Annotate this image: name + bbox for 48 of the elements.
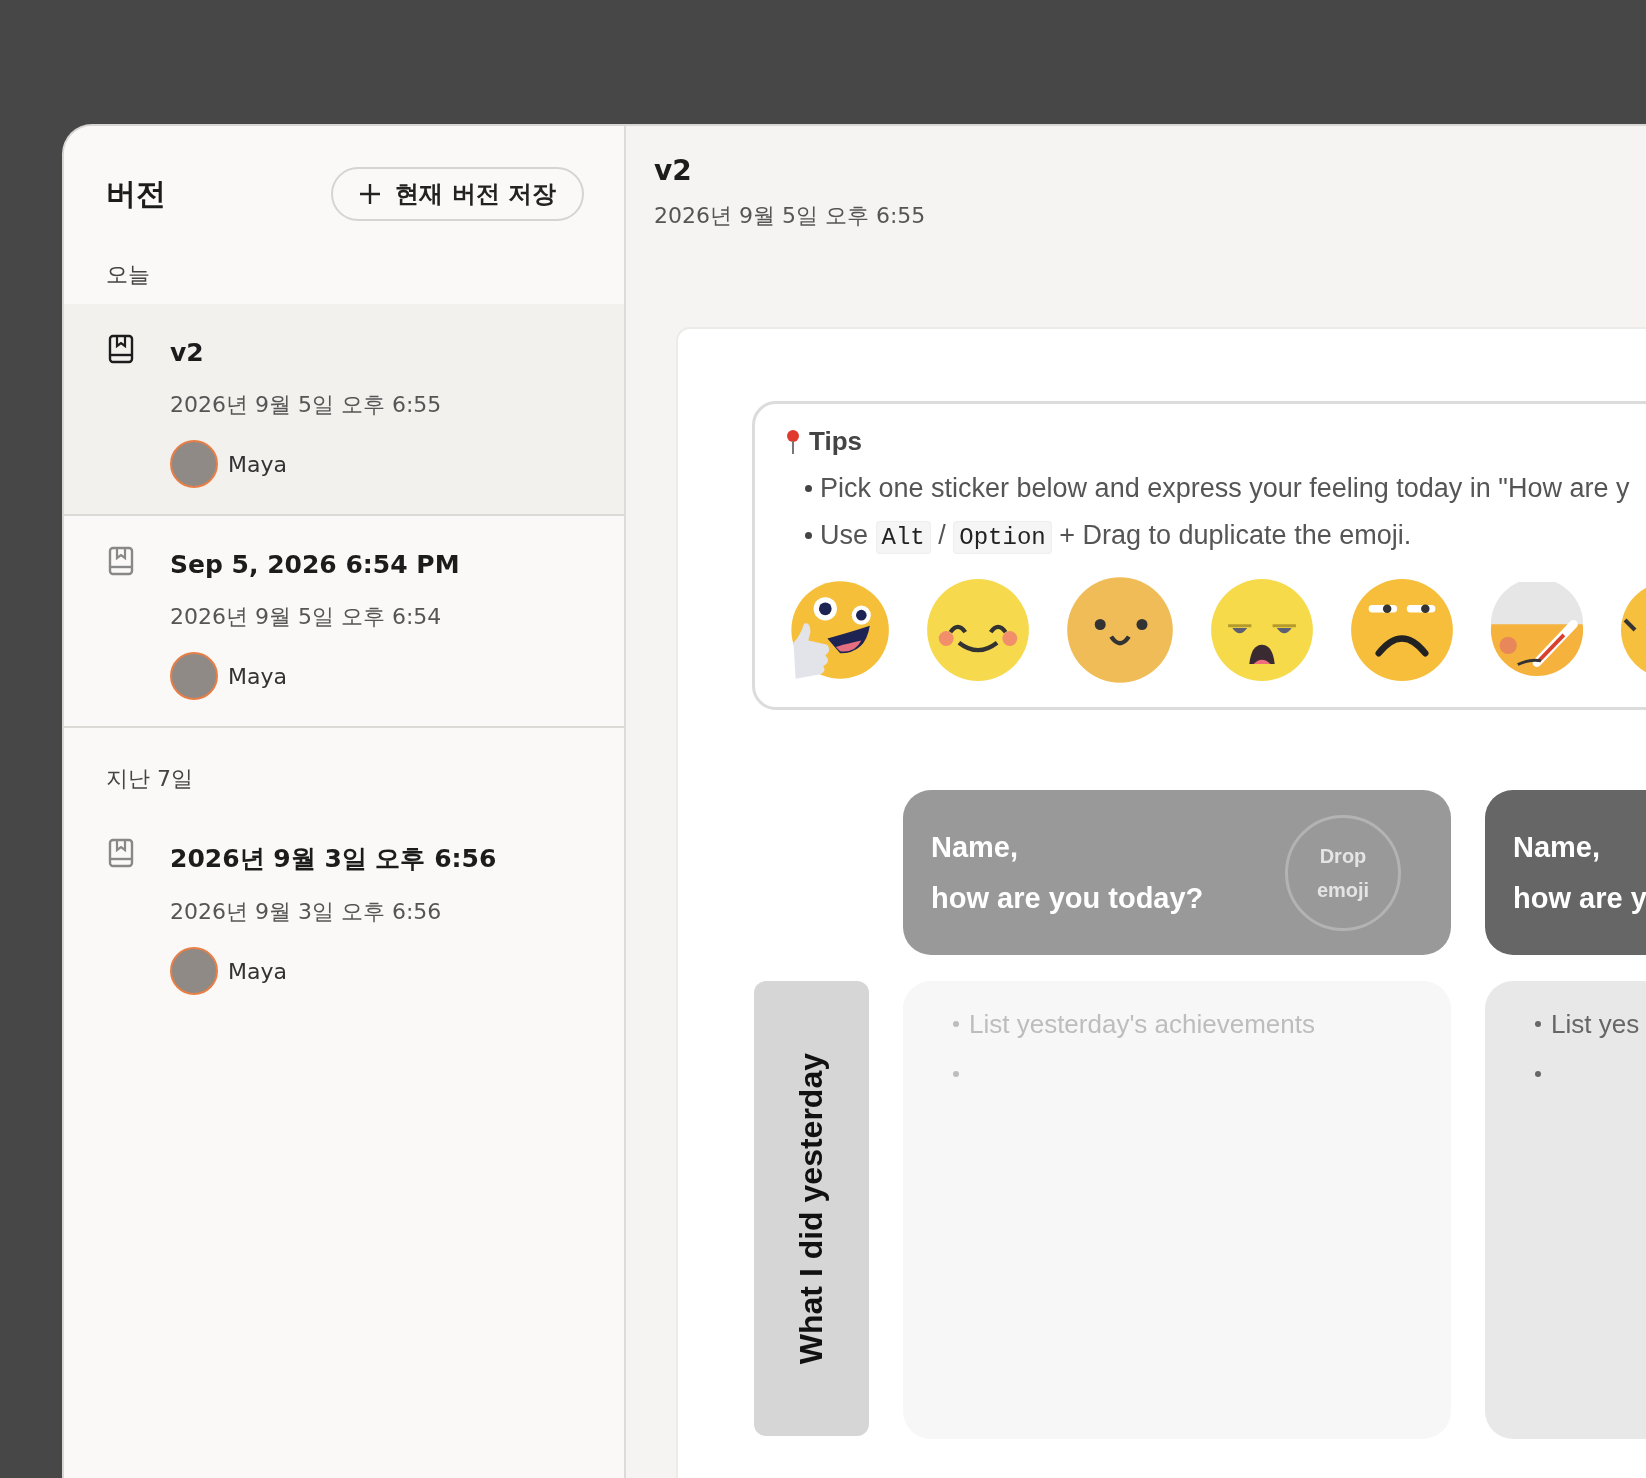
pushpin-icon — [785, 428, 801, 455]
bookmark-book-icon — [108, 334, 134, 364]
list-placeholder: List yes — [1551, 1008, 1640, 1040]
blushing-face-icon[interactable] — [925, 577, 1031, 683]
plus-icon — [359, 183, 382, 205]
avatar — [170, 440, 218, 488]
bullet-icon — [1535, 1071, 1541, 1077]
bullet-icon — [953, 1021, 959, 1027]
version-title: 2026년 9월 3일 오후 6:56 — [170, 843, 498, 875]
group-label: 지난 7일 — [105, 765, 194, 793]
list-placeholder: List yesterday's achievements — [969, 1008, 1315, 1040]
sidebar-title: 버전 — [106, 174, 166, 213]
version-timestamp: 2026년 9월 5일 오후 6:55 — [170, 391, 443, 419]
save-version-button[interactable]: 현재 버전 저장 — [331, 167, 584, 221]
preview-title: v2 — [654, 154, 693, 187]
smiling-face-icon[interactable] — [1065, 575, 1175, 685]
list-input-field[interactable]: List yes — [1485, 981, 1646, 1439]
card-name: Name, — [931, 830, 1020, 864]
version-title: v2 — [170, 337, 205, 368]
card-question: how are y — [1513, 881, 1646, 915]
card-question: how are you today? — [931, 881, 1204, 915]
author-name: Maya — [228, 958, 287, 984]
version-item[interactable]: 2026년 9월 3일 오후 6:56 2026년 9월 3일 오후 6:56 Maya — [64, 808, 624, 1021]
thermometer-face-icon[interactable] — [1489, 582, 1585, 678]
tip-text: Use Alt / Option + Drag to duplicate the emoji. — [820, 520, 1412, 551]
card-name: Name, — [1513, 830, 1602, 864]
frowning-face-icon[interactable] — [1349, 577, 1455, 683]
preview-timestamp: 2026년 9월 5일 오후 6:55 — [654, 202, 927, 230]
bullet-icon — [953, 1071, 959, 1077]
version-item[interactable]: Sep 5, 2026 6:54 PM 2026년 9월 5일 오후 6:54 Maya — [64, 516, 624, 728]
avatar — [170, 652, 218, 700]
bullet-icon — [1535, 1021, 1541, 1027]
bullet-icon — [805, 532, 812, 539]
author-name: Maya — [228, 663, 287, 689]
bookmark-book-icon — [108, 546, 134, 576]
row-label: What I did yesterday — [754, 981, 869, 1436]
author-name: Maya — [228, 451, 287, 477]
tips-title: Tips — [809, 426, 862, 457]
version-title: Sep 5, 2026 6:54 PM — [170, 549, 461, 580]
version-item[interactable]: v2 2026년 9월 5일 오후 6:55 Maya — [64, 304, 624, 516]
version-timestamp: 2026년 9월 5일 오후 6:54 — [170, 603, 443, 631]
tip-text: Pick one sticker below and express your feeling today in "How are y — [820, 473, 1630, 504]
bullet-icon — [805, 485, 812, 492]
tired-face-icon[interactable] — [1209, 577, 1315, 683]
version-timestamp: 2026년 9월 3일 오후 6:56 — [170, 898, 443, 926]
bookmark-book-icon — [108, 838, 134, 868]
avatar — [170, 947, 218, 995]
group-label: 오늘 — [105, 261, 151, 289]
